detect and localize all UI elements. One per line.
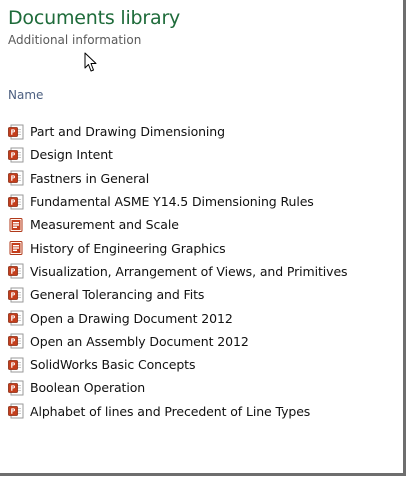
document-name: Part and Drawing Dimensioning [30,124,225,140]
ppt-icon [8,310,24,326]
document-name: SolidWorks Basic Concepts [30,357,196,373]
document-name: Open a Drawing Document 2012 [30,310,233,326]
ppt-icon [8,403,24,419]
document-list-item[interactable]: Fastners in General [8,167,403,190]
document-list-item[interactable]: Boolean Operation [8,376,403,399]
library-header: Documents library Additional information [8,6,403,49]
ppt-icon [8,124,24,140]
ppt-show-icon [9,241,23,256]
document-name: Design Intent [30,147,113,163]
additional-information-link[interactable]: Additional information [8,31,403,49]
ppt-icon [8,263,24,279]
document-list-item[interactable]: Fundamental ASME Y14.5 Dimensioning Rule… [8,190,403,213]
document-list-item[interactable]: General Tolerancing and Fits [8,283,403,306]
document-name: Visualization, Arrangement of Views, and… [30,263,348,279]
ppt-icon [8,357,24,373]
document-name: Fastners in General [30,170,150,186]
document-list-item[interactable]: Alphabet of lines and Precedent of Line … [8,400,403,423]
document-name: Boolean Operation [30,380,146,396]
document-name: Alphabet of lines and Precedent of Line … [30,403,311,419]
ppt-icon [8,287,24,303]
document-list-item[interactable]: Design Intent [8,143,403,166]
document-list-item[interactable]: Open a Drawing Document 2012 [8,306,403,329]
ppt-show-icon [9,217,23,232]
mouse-cursor-icon [84,52,97,72]
library-title: Documents library [8,7,181,29]
document-list-item[interactable]: Open an Assembly Document 2012 [8,330,403,353]
document-list-item[interactable]: SolidWorks Basic Concepts [8,353,403,376]
ppt-icon [8,380,24,396]
document-name: Open an Assembly Document 2012 [30,333,249,349]
document-list-item[interactable]: Visualization, Arrangement of Views, and… [8,260,403,283]
document-name: Fundamental ASME Y14.5 Dimensioning Rule… [30,194,314,210]
column-header-name[interactable]: Name [8,88,43,102]
documents-library-window: Documents library Additional information… [0,0,406,476]
document-list-item[interactable]: History of Engineering Graphics [8,236,403,259]
ppt-icon [8,147,24,163]
document-name: History of Engineering Graphics [30,240,226,256]
ppt-icon [8,333,24,349]
document-list: Part and Drawing Dimensioning Design Inte… [8,120,403,423]
document-list-item[interactable]: Measurement and Scale [8,213,403,236]
ppt-icon [8,170,24,186]
ppt-icon [8,194,24,210]
document-name: General Tolerancing and Fits [30,287,205,303]
document-name: Measurement and Scale [30,217,179,233]
document-list-item[interactable]: Part and Drawing Dimensioning [8,120,403,143]
